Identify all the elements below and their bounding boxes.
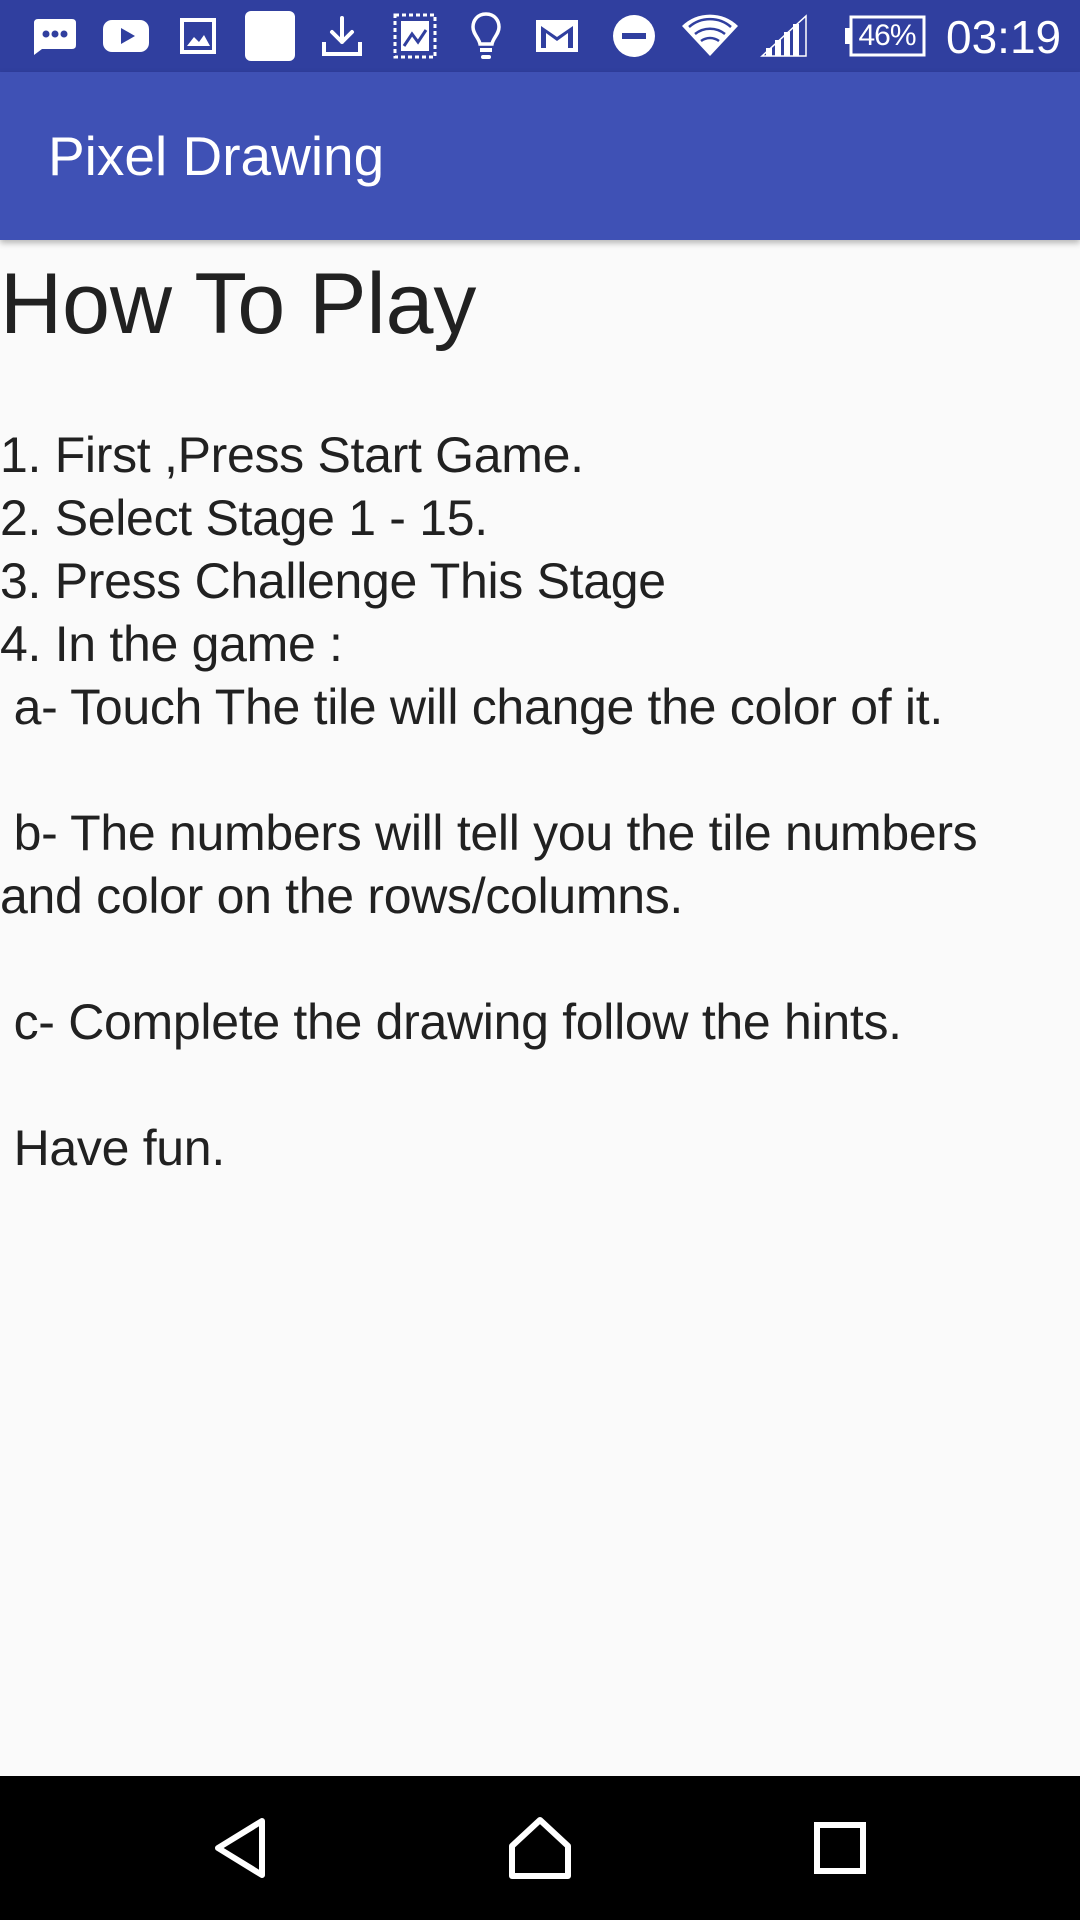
gmail-icon <box>532 0 582 72</box>
instructions-text: 1. First ,Press Start Game. 2. Select St… <box>0 424 1080 1180</box>
battery-percent: 46% <box>858 19 916 52</box>
download-icon <box>318 0 366 72</box>
instruction-line: a- Touch The tile will change the color … <box>0 679 944 735</box>
instruction-line: 3. Press Challenge This Stage <box>0 553 666 609</box>
cell-signal-icon <box>758 0 810 72</box>
page-heading: How To Play <box>0 256 477 352</box>
instruction-line: 4. In the game : <box>0 616 343 672</box>
lightbulb-icon <box>466 0 506 72</box>
navigation-bar <box>0 1776 1080 1920</box>
instruction-line: b- The numbers will tell you the tile nu… <box>0 805 978 861</box>
how-to-play-content: How To Play 1. First ,Press Start Game. … <box>0 240 1080 1776</box>
status-clock: 03:19 <box>946 11 1062 63</box>
instruction-line: c- Complete the drawing follow the hints… <box>0 994 902 1050</box>
app-bar: Pixel Drawing <box>0 72 1080 240</box>
back-button[interactable] <box>160 1776 320 1920</box>
recents-icon <box>814 1822 866 1874</box>
app-title: Pixel Drawing <box>48 125 385 187</box>
instruction-line: and color on the rows/columns. <box>0 868 684 924</box>
do-not-disturb-icon <box>610 0 658 72</box>
home-icon <box>509 1817 571 1879</box>
stamp-icon <box>390 0 440 72</box>
instruction-line: 2. Select Stage 1 - 15. <box>0 490 488 546</box>
instruction-line: 1. First ,Press Start Game. <box>0 427 584 483</box>
home-button[interactable] <box>460 1776 620 1920</box>
status-bar: 46% 03:19 <box>0 0 1080 72</box>
back-icon <box>215 1818 265 1878</box>
image-icon <box>176 0 220 72</box>
wifi-icon <box>680 0 740 72</box>
blank-square-icon <box>244 0 296 72</box>
screen: 46% 03:19 Pixel Drawing How To Play 1. F… <box>0 0 1080 1920</box>
chat-bubble-icon <box>26 0 82 72</box>
battery-indicator: 46% <box>844 15 926 57</box>
youtube-icon <box>100 0 152 72</box>
recents-button[interactable] <box>760 1776 920 1920</box>
instruction-line: Have fun. <box>0 1120 226 1176</box>
